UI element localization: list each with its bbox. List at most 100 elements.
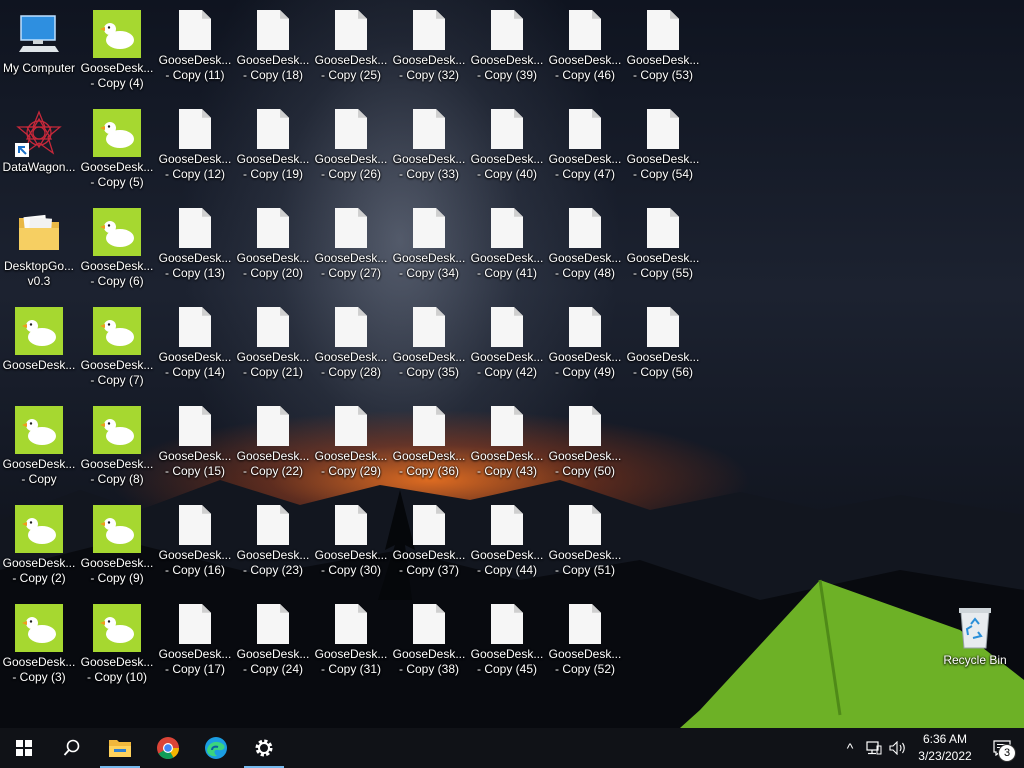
blank-file-icon: [335, 406, 367, 446]
desktop-icon-computer[interactable]: My Computer: [0, 6, 78, 102]
desktop-icon-goosedesktop[interactable]: GooseDesk... - Copy (50): [546, 402, 624, 498]
desktop-icon-goosedesktop[interactable]: GooseDesk... - Copy (5): [78, 105, 156, 201]
desktop-icon-goosedesktop[interactable]: GooseDesk... - Copy (43): [468, 402, 546, 498]
clock-time: 6:36 AM: [922, 732, 968, 746]
desktop-icon-goosedesktop[interactable]: GooseDesk... - Copy (53): [624, 6, 702, 102]
desktop-icon-goosedesktop[interactable]: GooseDesk... - Copy (21): [234, 303, 312, 399]
blank-file-icon: [491, 505, 523, 545]
volume-button[interactable]: [886, 728, 910, 768]
file-explorer-icon: [109, 740, 131, 757]
desktop-icon-label: GooseDesk... - Copy (48): [548, 251, 622, 280]
blank-file-icon: [335, 604, 367, 644]
chevron-up-icon: ^: [846, 740, 854, 756]
desktop-icon-goosedesktop[interactable]: GooseDesk... - Copy (20): [234, 204, 312, 300]
desktop-icon-goosedesktop[interactable]: GooseDesk... - Copy (52): [546, 600, 624, 696]
desktop-icon-folder[interactable]: DesktopGo... v0.3: [0, 204, 78, 300]
desktop-icon-label: GooseDesk... - Copy (23): [236, 548, 310, 577]
desktop-icon-goosedesktop[interactable]: GooseDesk... - Copy (37): [390, 501, 468, 597]
desktop-icon-goosedesktop[interactable]: GooseDesk... - Copy (10): [78, 600, 156, 696]
desktop-icon-goosedesktop[interactable]: GooseDesk... - Copy (56): [624, 303, 702, 399]
desktop-icon-goosedesktop[interactable]: GooseDesk... - Copy (23): [234, 501, 312, 597]
desktop-icon-goosedesktop[interactable]: GooseDesk... - Copy (4): [78, 6, 156, 102]
desktop-icon-goosedesktop[interactable]: GooseDesk... - Copy (48): [546, 204, 624, 300]
desktop-icon-goosedesktop[interactable]: GooseDesk... - Copy (34): [390, 204, 468, 300]
desktop-icon-goosedesktop[interactable]: GooseDesk... - Copy (9): [78, 501, 156, 597]
taskbar-settings[interactable]: [240, 728, 288, 768]
desktop-icon-goosedesktop[interactable]: GooseDesk... - Copy (41): [468, 204, 546, 300]
action-center-button[interactable]: 3: [980, 728, 1024, 768]
desktop-icon-goosedesktop[interactable]: GooseDesk... - Copy (32): [390, 6, 468, 102]
clock[interactable]: 6:36 AM 3/23/2022: [910, 731, 980, 765]
blank-file-icon: [569, 10, 601, 50]
desktop-icon-goosedesktop[interactable]: GooseDesk... - Copy (27): [312, 204, 390, 300]
goose-app-icon: [93, 505, 141, 553]
network-icon: [866, 741, 882, 755]
show-hidden-icons-button[interactable]: ^: [838, 728, 862, 768]
desktop-icon-goosedesktop[interactable]: GooseDesk... - Copy (36): [390, 402, 468, 498]
desktop-icon-goosedesktop[interactable]: GooseDesk... - Copy (12): [156, 105, 234, 201]
desktop-icon-goosedesktop[interactable]: GooseDesk... - Copy (47): [546, 105, 624, 201]
desktop-icon-goosedesktop[interactable]: GooseDesk... - Copy (15): [156, 402, 234, 498]
blank-file-icon: [569, 307, 601, 347]
desktop-icon-goosedesktop[interactable]: GooseDesk... - Copy (24): [234, 600, 312, 696]
blank-file-icon: [647, 307, 679, 347]
desktop-icon-goosedesktop[interactable]: GooseDesk... - Copy: [0, 402, 78, 498]
desktop-icon-goosedesktop[interactable]: GooseDesk... - Copy (38): [390, 600, 468, 696]
desktop-icon-goosedesktop[interactable]: GooseDesk... - Copy (44): [468, 501, 546, 597]
taskbar-edge[interactable]: [192, 728, 240, 768]
desktop-icon-goosedesktop[interactable]: GooseDesk... - Copy (54): [624, 105, 702, 201]
desktop-icon-datawagon-shortcut[interactable]: DataWagon...: [0, 105, 78, 201]
desktop-icon-goosedesktop[interactable]: GooseDesk... - Copy (16): [156, 501, 234, 597]
desktop-icon-goosedesktop[interactable]: GooseDesk... - Copy (51): [546, 501, 624, 597]
desktop-icon-goosedesktop[interactable]: GooseDesk... - Copy (30): [312, 501, 390, 597]
taskbar-chrome[interactable]: [144, 728, 192, 768]
desktop-icon-label: GooseDesk... - Copy (44): [470, 548, 544, 577]
desktop-icon-goosedesktop[interactable]: GooseDesk... - Copy (42): [468, 303, 546, 399]
desktop-icon-goosedesktop[interactable]: GooseDesk... - Copy (33): [390, 105, 468, 201]
desktop-icon-label: GooseDesk... - Copy (29): [314, 449, 388, 478]
blank-file-icon: [179, 208, 211, 248]
network-button[interactable]: [862, 728, 886, 768]
desktop-icon-goosedesktop[interactable]: GooseDesk... - Copy (29): [312, 402, 390, 498]
desktop-icon-goosedesktop[interactable]: GooseDesk... - Copy (45): [468, 600, 546, 696]
recycle-bin[interactable]: Recycle Bin: [936, 598, 1014, 694]
desktop-icon-goosedesktop[interactable]: GooseDesk... - Copy (17): [156, 600, 234, 696]
desktop-icon-goosedesktop[interactable]: GooseDesk... - Copy (8): [78, 402, 156, 498]
desktop-icon-label: GooseDesk... - Copy (43): [470, 449, 544, 478]
desktop[interactable]: My Computer DataWagon... DesktopGo... v0.3…: [0, 0, 1024, 728]
blank-file-icon: [413, 604, 445, 644]
desktop-icon-goosedesktop[interactable]: GooseDesk... - Copy (55): [624, 204, 702, 300]
blank-file-icon: [335, 307, 367, 347]
desktop-icon-label: GooseDesk... - Copy (31): [314, 647, 388, 676]
start-button[interactable]: [0, 728, 48, 768]
notification-count-badge: 3: [998, 744, 1016, 762]
search-button[interactable]: [48, 728, 96, 768]
desktop-icon-goosedesktop[interactable]: GooseDesk... - Copy (39): [468, 6, 546, 102]
desktop-icon-label: GooseDesk... - Copy (49): [548, 350, 622, 379]
desktop-icon-goosedesktop[interactable]: GooseDesk... - Copy (35): [390, 303, 468, 399]
desktop-icon-goosedesktop[interactable]: GooseDesk... - Copy (31): [312, 600, 390, 696]
desktop-icon-label: GooseDesk... - Copy (52): [548, 647, 622, 676]
desktop-icon-goosedesktop[interactable]: GooseDesk... - Copy (3): [0, 600, 78, 696]
desktop-icon-goosedesktop[interactable]: GooseDesk... - Copy (14): [156, 303, 234, 399]
desktop-icon-goosedesktop[interactable]: GooseDesk... - Copy (13): [156, 204, 234, 300]
desktop-icon-goosedesktop[interactable]: GooseDesk... - Copy (7): [78, 303, 156, 399]
desktop-icon-goosedesktop[interactable]: GooseDesk... - Copy (6): [78, 204, 156, 300]
desktop-icon-goosedesktop[interactable]: GooseDesk... - Copy (22): [234, 402, 312, 498]
desktop-icon-goosedesktop[interactable]: GooseDesk... - Copy (49): [546, 303, 624, 399]
desktop-icon-goosedesktop[interactable]: GooseDesk...: [0, 303, 78, 399]
blank-file-icon: [335, 505, 367, 545]
desktop-icon-goosedesktop[interactable]: GooseDesk... - Copy (25): [312, 6, 390, 102]
desktop-icon-goosedesktop[interactable]: GooseDesk... - Copy (11): [156, 6, 234, 102]
taskbar-file-explorer[interactable]: [96, 728, 144, 768]
desktop-icon-goosedesktop[interactable]: GooseDesk... - Copy (2): [0, 501, 78, 597]
desktop-icon-label: GooseDesk... - Copy (36): [392, 449, 466, 478]
desktop-icon-goosedesktop[interactable]: GooseDesk... - Copy (26): [312, 105, 390, 201]
desktop-icon-goosedesktop[interactable]: GooseDesk... - Copy (18): [234, 6, 312, 102]
desktop-icon-goosedesktop[interactable]: GooseDesk... - Copy (28): [312, 303, 390, 399]
desktop-icon-goosedesktop[interactable]: GooseDesk... - Copy (46): [546, 6, 624, 102]
desktop-icon-label: My Computer: [2, 61, 76, 75]
blank-file-icon: [413, 109, 445, 149]
desktop-icon-goosedesktop[interactable]: GooseDesk... - Copy (40): [468, 105, 546, 201]
desktop-icon-goosedesktop[interactable]: GooseDesk... - Copy (19): [234, 105, 312, 201]
